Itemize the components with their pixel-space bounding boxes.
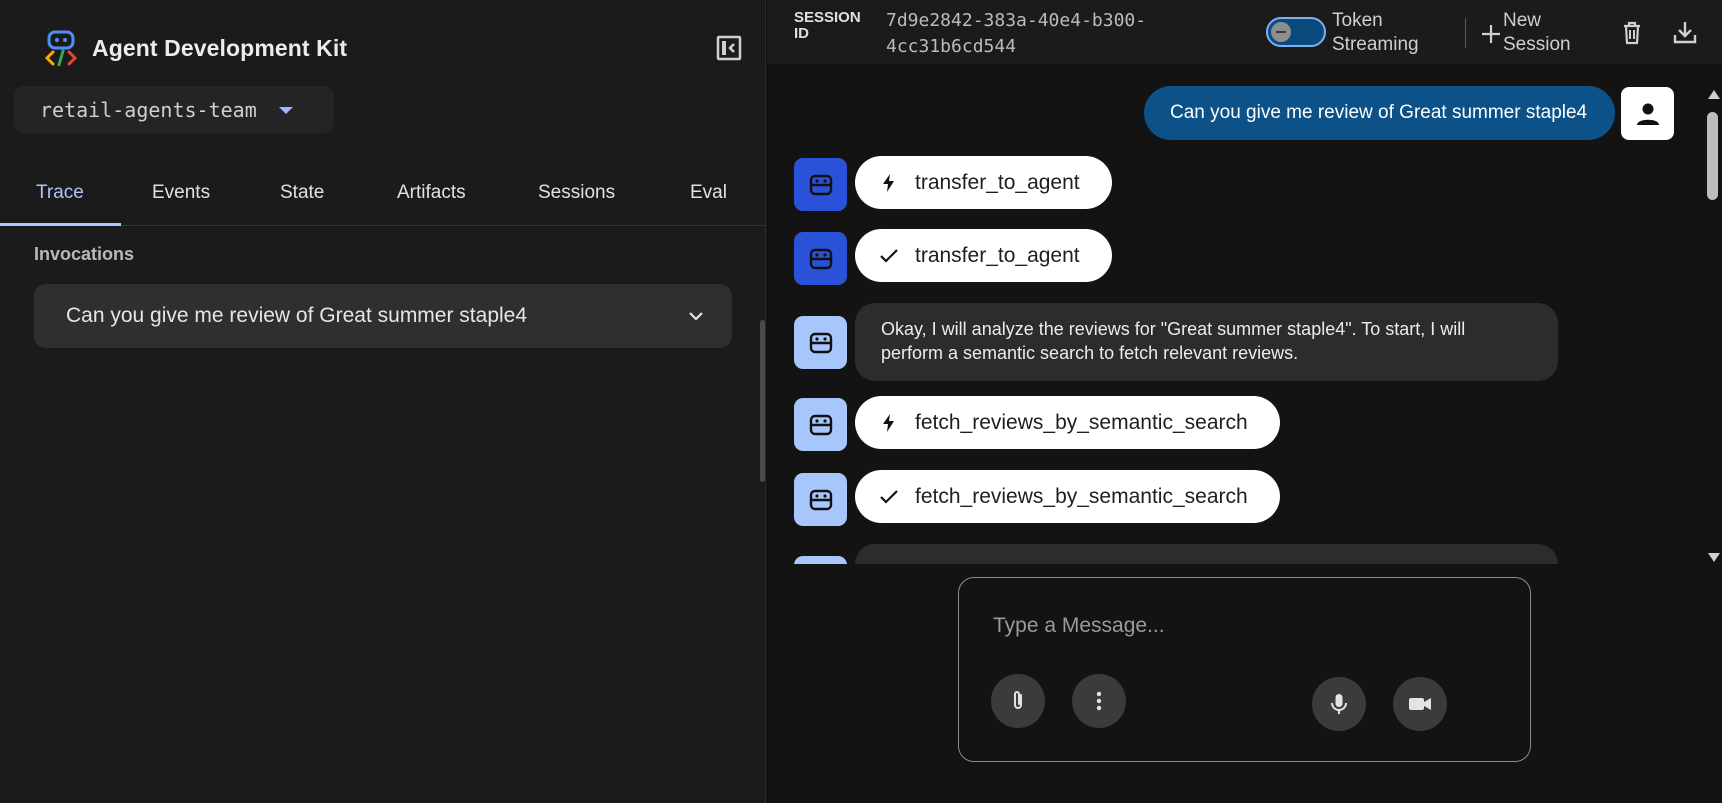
function-name: transfer_to_agent — [915, 243, 1080, 267]
active-tab-indicator — [0, 223, 121, 226]
agent-message-text: Okay, I will analyze the reviews for "Gr… — [881, 319, 1466, 363]
collapse-panel-icon[interactable] — [716, 35, 742, 61]
panel-scrollbar[interactable] — [760, 320, 765, 482]
session-id-value: 7d9e2842-383a-40e4-b300-4cc31b6cd544 — [886, 10, 1147, 57]
tab-bar: Trace Events State Artifacts Sessions Ev… — [0, 164, 766, 226]
person-icon — [1636, 103, 1659, 125]
tab-eval[interactable]: Eval — [690, 182, 727, 204]
message-input[interactable] — [993, 614, 1493, 638]
agent-selector[interactable]: retail-agents-team — [14, 86, 334, 133]
invocation-text: Can you give me review of Great summer s… — [66, 304, 528, 327]
function-response-chip[interactable]: fetch_reviews_by_semantic_search — [855, 470, 1280, 523]
tab-sessions[interactable]: Sessions — [538, 182, 615, 204]
agent-avatar — [794, 232, 847, 285]
agent-avatar — [794, 316, 847, 369]
agent-avatar — [794, 473, 847, 526]
adk-logo-icon — [44, 30, 78, 66]
session-id-label: SESSION ID — [794, 9, 861, 42]
download-icon[interactable] — [1672, 19, 1698, 45]
invocation-item[interactable]: Can you give me review of Great summer s… — [34, 284, 732, 348]
token-streaming-label: Token Streaming — [1332, 10, 1419, 55]
function-response-chip[interactable]: transfer_to_agent — [855, 229, 1112, 282]
check-icon — [880, 489, 898, 504]
new-session-button[interactable]: New Session — [1481, 9, 1603, 57]
agent-avatar — [794, 398, 847, 451]
tab-state[interactable]: State — [280, 182, 324, 204]
message-composer — [958, 577, 1531, 762]
scroll-down-arrow-icon[interactable] — [1708, 553, 1720, 562]
chat-scrollbar[interactable] — [1704, 90, 1722, 562]
caret-down-icon — [278, 107, 293, 114]
side-panel: Agent Development Kit retail-agents-team… — [0, 0, 766, 803]
robot-icon — [809, 489, 832, 510]
chat-panel: SESSION ID 7d9e2842-383a-40e4-b300-4cc31… — [767, 0, 1722, 803]
microphone-button[interactable] — [1312, 677, 1366, 731]
user-message-text: Can you give me review of Great summer s… — [1170, 102, 1588, 123]
robot-icon — [809, 248, 832, 269]
robot-icon — [809, 332, 832, 353]
delete-session-icon[interactable] — [1619, 19, 1645, 45]
app-title: Agent Development Kit — [92, 34, 348, 61]
scroll-up-arrow-icon[interactable] — [1708, 90, 1720, 99]
chat-messages: Can you give me review of Great summer s… — [767, 64, 1707, 564]
camera-button[interactable] — [1393, 677, 1447, 731]
user-message: Can you give me review of Great summer s… — [1144, 86, 1616, 140]
robot-icon — [809, 414, 832, 435]
tab-trace[interactable]: Trace — [36, 182, 84, 204]
bolt-icon — [883, 413, 894, 432]
agent-avatar — [794, 556, 847, 564]
scroll-thumb[interactable] — [1707, 112, 1718, 200]
brand: Agent Development Kit — [44, 30, 347, 66]
tab-artifacts[interactable]: Artifacts — [397, 182, 466, 204]
chevron-down-icon — [689, 312, 703, 321]
agent-message-clipped — [855, 544, 1558, 564]
tab-events[interactable]: Events — [152, 182, 210, 204]
toggle-knob — [1271, 22, 1291, 42]
agent-avatar — [794, 158, 847, 211]
agent-message: Okay, I will analyze the reviews for "Gr… — [855, 303, 1558, 381]
bolt-icon — [883, 173, 894, 192]
invocations-heading: Invocations — [34, 244, 135, 264]
plus-icon — [1482, 25, 1500, 43]
function-name: fetch_reviews_by_semantic_search — [915, 410, 1248, 434]
check-icon — [880, 248, 898, 263]
session-header: SESSION ID 7d9e2842-383a-40e4-b300-4cc31… — [767, 0, 1722, 64]
token-streaming-toggle[interactable] — [1266, 17, 1326, 47]
user-avatar — [1621, 87, 1674, 140]
new-session-label: New Session — [1503, 10, 1571, 55]
agent-selector-value: retail-agents-team — [40, 97, 257, 122]
function-call-chip[interactable]: transfer_to_agent — [855, 156, 1112, 209]
function-call-chip[interactable]: fetch_reviews_by_semantic_search — [855, 396, 1280, 449]
microphone-icon — [1331, 694, 1347, 714]
more-options-button[interactable] — [1072, 674, 1126, 728]
more-vert-icon — [1096, 691, 1102, 711]
function-name: transfer_to_agent — [915, 170, 1080, 194]
function-name: fetch_reviews_by_semantic_search — [915, 484, 1248, 508]
attach-button[interactable] — [991, 674, 1045, 728]
robot-icon — [809, 174, 832, 195]
paperclip-icon — [1014, 691, 1022, 709]
videocam-icon — [1409, 698, 1431, 710]
divider — [1465, 18, 1466, 48]
